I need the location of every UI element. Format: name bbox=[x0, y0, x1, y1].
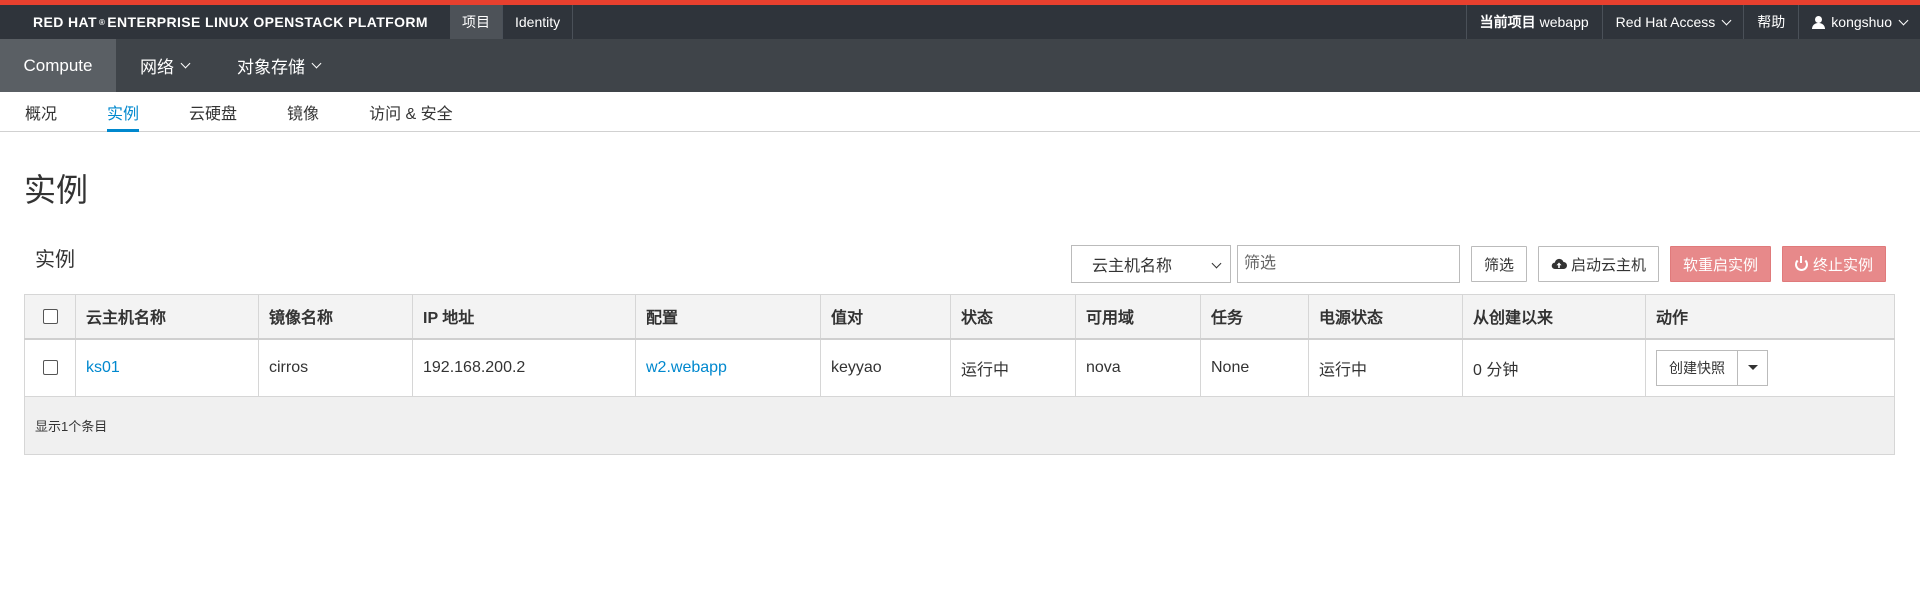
col-header-status[interactable]: 状态 bbox=[950, 294, 1076, 340]
chevron-down-icon bbox=[311, 58, 322, 69]
brand-main: RED HAT bbox=[33, 14, 97, 30]
soft-reboot-button[interactable]: 软重启实例 bbox=[1669, 246, 1771, 282]
sub-nav: 概况 实例 云硬盘 镜像 访问 & 安全 bbox=[0, 92, 1920, 132]
row-actions-dropdown-toggle[interactable] bbox=[1738, 349, 1768, 386]
instance-ip: 192.168.200.2 bbox=[412, 338, 636, 397]
row-action-group: 创建快照 bbox=[1656, 349, 1768, 386]
instance-status: 运行中 bbox=[950, 338, 1076, 397]
main-nav-object-storage[interactable]: 对象存储 bbox=[213, 39, 344, 92]
help-link[interactable]: 帮助 bbox=[1743, 5, 1798, 39]
row-select-cell bbox=[24, 338, 76, 397]
instance-flavor-link[interactable]: w2.webapp bbox=[646, 359, 727, 376]
brand-logo[interactable]: RED HAT ® ENTERPRISE LINUX OPENSTACK PLA… bbox=[0, 5, 450, 39]
chevron-down-icon bbox=[1211, 258, 1222, 269]
tab-images[interactable]: 镜像 bbox=[287, 92, 319, 131]
instance-power-state: 运行中 bbox=[1308, 338, 1463, 397]
power-icon bbox=[1794, 255, 1808, 271]
create-snapshot-button[interactable]: 创建快照 bbox=[1656, 349, 1738, 386]
table-row: ks01 cirros 192.168.200.2 w2.webapp keyy… bbox=[24, 338, 1895, 397]
chevron-down-icon bbox=[1721, 15, 1732, 25]
col-header-age[interactable]: 从创建以来 bbox=[1462, 294, 1646, 340]
table-title: 实例 bbox=[35, 249, 75, 271]
top-right-menu: 当前项目 webapp Red Hat Access 帮助 kongshuo bbox=[1465, 5, 1920, 39]
cloud-upload-icon bbox=[1551, 258, 1567, 270]
instance-actions-cell: 创建快照 bbox=[1645, 338, 1895, 397]
tab-volumes[interactable]: 云硬盘 bbox=[189, 92, 237, 131]
row-checkbox[interactable] bbox=[42, 360, 58, 376]
col-header-flavor[interactable]: 配置 bbox=[635, 294, 821, 340]
terminate-instances-button[interactable]: 终止实例 bbox=[1781, 246, 1886, 282]
instance-image: cirros bbox=[258, 338, 413, 397]
top-nav-identity[interactable]: Identity bbox=[503, 5, 574, 39]
table-footer-count: 显示1个条目 bbox=[24, 396, 1895, 455]
tab-access-security[interactable]: 访问 & 安全 bbox=[369, 92, 453, 131]
user-icon bbox=[1812, 15, 1826, 29]
current-project-value: webapp bbox=[1539, 14, 1589, 30]
select-all-cell bbox=[24, 294, 76, 340]
instances-table: 云主机名称 镜像名称 IP 地址 配置 值对 状态 可用域 任务 电源状态 从创… bbox=[24, 294, 1895, 455]
select-all-checkbox[interactable] bbox=[42, 308, 58, 324]
launch-instance-button[interactable]: 启动云主机 bbox=[1537, 246, 1659, 282]
filter-field-select[interactable]: 云主机名称 bbox=[1070, 245, 1231, 283]
brand-rest: ENTERPRISE LINUX OPENSTACK PLATFORM bbox=[107, 14, 428, 30]
brand-registered: ® bbox=[98, 17, 106, 27]
chevron-down-icon bbox=[1898, 15, 1909, 25]
current-project-label: 当前项目 bbox=[1479, 14, 1536, 30]
main-nav-compute[interactable]: Compute bbox=[0, 39, 116, 92]
col-header-ip[interactable]: IP 地址 bbox=[412, 294, 636, 340]
instance-task: None bbox=[1200, 338, 1309, 397]
tab-instances[interactable]: 实例 bbox=[107, 92, 140, 132]
instance-age: 0 分钟 bbox=[1462, 338, 1646, 397]
top-nav-project[interactable]: 项目 bbox=[450, 5, 503, 39]
table-actions: 云主机名称 筛选 启动云主机 软重启实例 终止实例 bbox=[1070, 245, 1886, 283]
main-nav-network[interactable]: 网络 bbox=[116, 39, 213, 92]
table-header-row: 云主机名称 镜像名称 IP 地址 配置 值对 状态 可用域 任务 电源状态 从创… bbox=[24, 294, 1895, 340]
col-header-task[interactable]: 任务 bbox=[1200, 294, 1309, 340]
instance-keypair: keyyao bbox=[820, 338, 951, 397]
table-footer-row: 显示1个条目 bbox=[24, 396, 1895, 455]
col-header-zone[interactable]: 可用域 bbox=[1075, 294, 1201, 340]
col-header-actions: 动作 bbox=[1645, 294, 1895, 340]
col-header-keypair[interactable]: 值对 bbox=[820, 294, 951, 340]
filter-button[interactable]: 筛选 bbox=[1470, 246, 1527, 282]
user-menu[interactable]: kongshuo bbox=[1798, 5, 1920, 39]
caret-down-icon bbox=[1747, 365, 1758, 371]
current-project-dropdown[interactable]: 当前项目 webapp bbox=[1465, 5, 1602, 39]
redhat-access-dropdown[interactable]: Red Hat Access bbox=[1601, 5, 1744, 39]
instance-zone: nova bbox=[1075, 338, 1201, 397]
col-header-name[interactable]: 云主机名称 bbox=[75, 294, 259, 340]
top-bar: RED HAT ® ENTERPRISE LINUX OPENSTACK PLA… bbox=[0, 5, 1920, 39]
top-nav: 项目 Identity bbox=[450, 5, 574, 39]
page-title: 实例 bbox=[24, 172, 89, 208]
tab-overview[interactable]: 概况 bbox=[25, 92, 57, 131]
col-header-image[interactable]: 镜像名称 bbox=[258, 294, 413, 340]
filter-input[interactable] bbox=[1236, 245, 1460, 283]
instance-name-link[interactable]: ks01 bbox=[86, 359, 120, 376]
main-nav: Compute 网络 对象存储 bbox=[0, 39, 1920, 92]
chevron-down-icon bbox=[180, 58, 191, 69]
col-header-power[interactable]: 电源状态 bbox=[1308, 294, 1463, 340]
